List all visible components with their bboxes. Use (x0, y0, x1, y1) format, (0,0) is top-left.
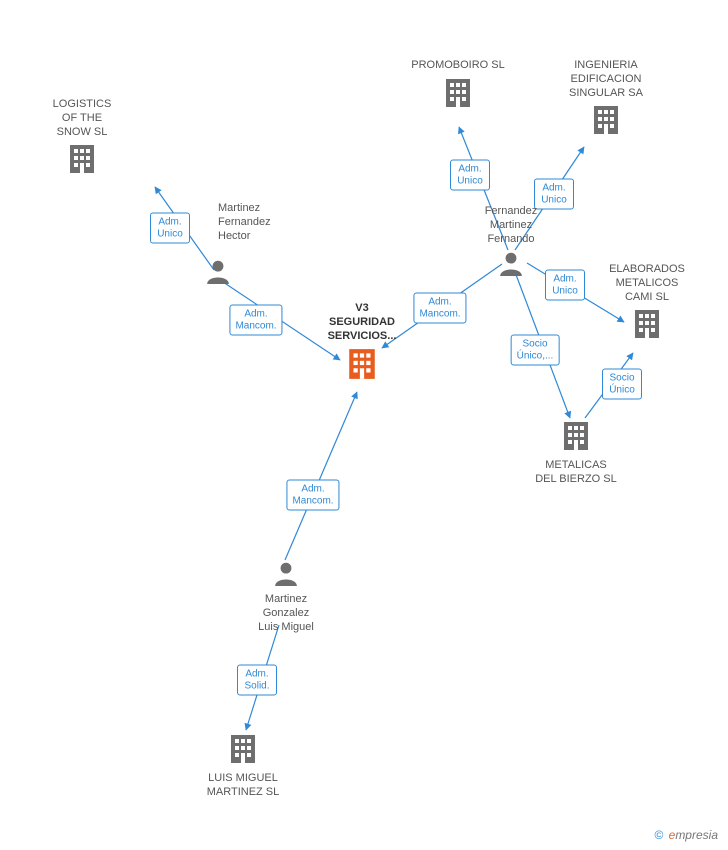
node-company-elaborados[interactable]: ELABORADOS METALICOS CAMI SL (587, 263, 707, 345)
node-label: Martinez Fernandez Hector (218, 202, 298, 243)
building-icon (562, 420, 590, 457)
node-person-hector[interactable]: Martinez Fernandez Hector (218, 202, 298, 247)
node-label: INGENIERIA EDIFICACION SINGULAR SA (546, 59, 666, 100)
building-icon (633, 308, 661, 345)
brand-rest: mpresia (675, 828, 718, 842)
node-label: PROMOBOIRO SL (398, 59, 518, 73)
node-label: V3 SEGURIDAD SERVICIOS... (302, 302, 422, 343)
node-company-logistics[interactable]: LOGISTICS OF THE SNOW SL (22, 98, 142, 180)
node-person-hector-icon[interactable] (203, 258, 233, 289)
node-company-ingenieria[interactable]: INGENIERIA EDIFICACION SINGULAR SA (546, 59, 666, 141)
edge-label-adm-unico: Adm. Unico (450, 160, 490, 191)
node-company-metalicas[interactable]: METALICAS DEL BIERZO SL (516, 420, 636, 487)
edge-label-adm-solid: Adm. Solid. (237, 665, 277, 696)
node-label: LOGISTICS OF THE SNOW SL (22, 98, 142, 139)
building-icon (444, 77, 472, 114)
building-icon (347, 347, 377, 386)
node-company-luis-miguel-sl[interactable]: LUIS MIGUEL MARTINEZ SL (183, 733, 303, 800)
edge-label-adm-unico: Adm. Unico (150, 213, 190, 244)
node-label: ELABORADOS METALICOS CAMI SL (587, 263, 707, 304)
node-label: METALICAS DEL BIERZO SL (516, 459, 636, 487)
person-icon (498, 250, 524, 281)
node-label: LUIS MIGUEL MARTINEZ SL (183, 772, 303, 800)
building-icon (229, 733, 257, 770)
edge (285, 392, 357, 560)
edge-label-adm-mancom: Adm. Mancom. (229, 305, 282, 336)
node-label: Martinez Gonzalez Luis Miguel (226, 593, 346, 634)
copyright-symbol: © (654, 828, 663, 842)
diagram-canvas: Adm. Unico Adm. Mancom. Adm. Unico Adm. … (0, 0, 728, 850)
building-icon (592, 104, 620, 141)
edge-label-adm-mancom: Adm. Mancom. (286, 480, 339, 511)
node-company-promoboiro[interactable]: PROMOBOIRO SL (398, 59, 518, 114)
node-company-v3-seguridad[interactable]: V3 SEGURIDAD SERVICIOS... (302, 302, 422, 386)
person-icon (273, 560, 299, 591)
node-label: Fernandez Martinez Fernando (451, 205, 571, 246)
building-icon (68, 143, 96, 180)
edge-label-socio-unico: Socio Único (602, 369, 642, 400)
watermark: © empresia (654, 828, 718, 842)
node-person-luis-miguel[interactable]: Martinez Gonzalez Luis Miguel (226, 560, 346, 634)
node-person-fernando[interactable]: Fernandez Martinez Fernando (451, 205, 571, 281)
edge-label-socio-unico-ellipsis: Socio Único,... (511, 335, 560, 366)
person-icon (205, 258, 231, 289)
